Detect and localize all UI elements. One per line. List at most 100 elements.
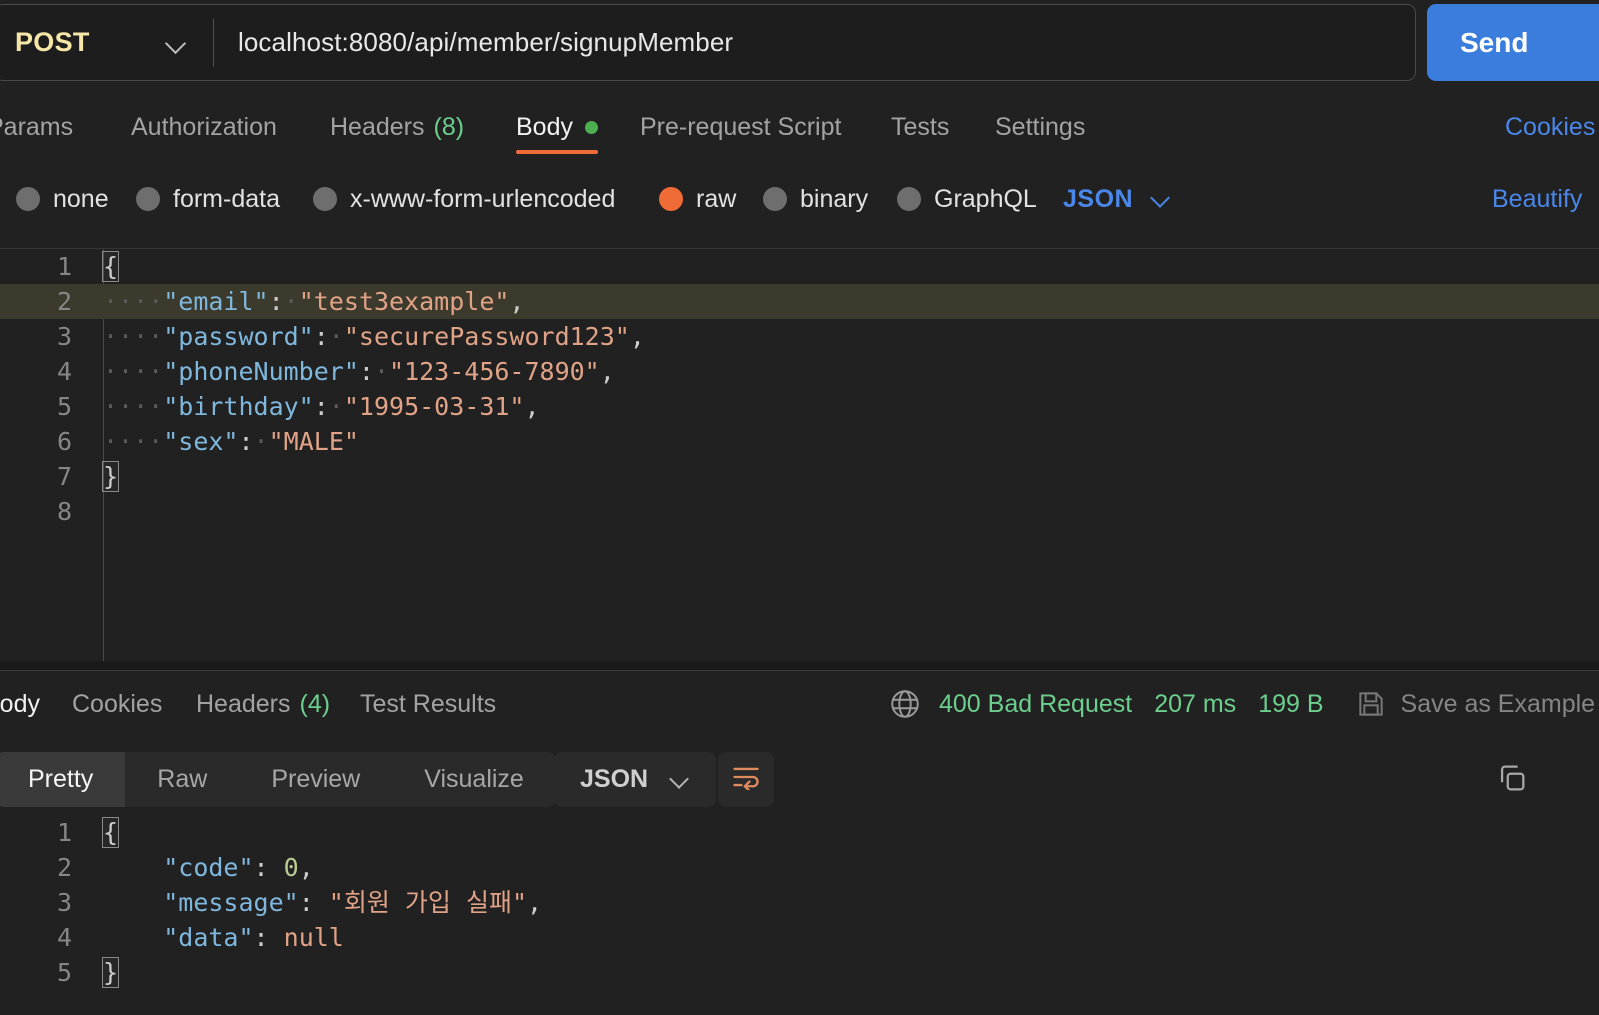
code-text: "code": 0, bbox=[103, 850, 314, 885]
cookies-link[interactable]: Cookies bbox=[1505, 113, 1595, 142]
body-type-urlencoded[interactable]: x-www-form-urlencoded bbox=[313, 175, 615, 223]
body-format-selector[interactable]: JSON bbox=[1063, 175, 1171, 223]
http-method-selector[interactable]: POST bbox=[0, 5, 213, 80]
beautify-link[interactable]: Beautify bbox=[1492, 185, 1582, 214]
token: ···· bbox=[103, 427, 164, 456]
tab-authorization[interactable]: Authorization bbox=[131, 95, 277, 160]
line-number: 4 bbox=[56, 357, 72, 386]
code-text: { bbox=[101, 815, 120, 850]
body-type-form-data[interactable]: form-data bbox=[136, 175, 280, 223]
code-text: ····"sex":·"MALE" bbox=[103, 424, 359, 459]
radio-selected-icon bbox=[659, 187, 683, 211]
url-input[interactable] bbox=[214, 5, 1415, 80]
radio-icon bbox=[313, 187, 337, 211]
response-view-visualize[interactable]: Visualize bbox=[392, 752, 556, 807]
response-status-row: 400 Bad Request 207 ms 199 B Save as Exa… bbox=[888, 671, 1595, 737]
tab-label: Pre-request Script bbox=[640, 113, 842, 141]
token: "sex" bbox=[163, 427, 239, 456]
code-line: 2 "code": 0, bbox=[0, 850, 1599, 885]
wrap-lines-button[interactable] bbox=[718, 752, 774, 807]
request-body-editor[interactable]: 1{2 ····"email":·"test3example", 3 ····"pas… bbox=[0, 248, 1599, 661]
token: : bbox=[313, 392, 329, 421]
request-code-area[interactable]: 1{2 ····"email":·"test3example", 3 ····"pas… bbox=[0, 249, 1599, 661]
code-line: 6 ····"sex":·"MALE" bbox=[0, 424, 1599, 459]
save-as-example-button[interactable]: Save as Example bbox=[1401, 690, 1596, 719]
pane-splitter[interactable] bbox=[0, 661, 1599, 671]
response-size: 199 B bbox=[1258, 689, 1324, 718]
radio-label: none bbox=[53, 184, 109, 213]
request-tab-bar: Params Authorization Headers (8) Body Pre… bbox=[0, 95, 1599, 160]
tab-label: Headers bbox=[330, 113, 425, 141]
token: "email" bbox=[163, 287, 269, 316]
response-format-label: JSON bbox=[580, 765, 649, 793]
token: , bbox=[524, 392, 540, 421]
body-type-row: none form-data x-www-form-urlencoded raw… bbox=[0, 175, 1599, 223]
tab-settings[interactable]: Settings bbox=[995, 95, 1085, 160]
token: : bbox=[253, 923, 284, 952]
token: "test3example" bbox=[298, 287, 510, 316]
response-view-pretty[interactable]: Pretty bbox=[0, 752, 126, 807]
code-text: ····"phoneNumber":·"123-456-7890", bbox=[103, 354, 615, 389]
tab-headers[interactable]: Headers (8) bbox=[330, 95, 464, 160]
token: , bbox=[298, 853, 314, 882]
response-tab-headers[interactable]: Headers (4) bbox=[196, 671, 330, 737]
radio-icon bbox=[763, 187, 787, 211]
send-button[interactable]: Send bbox=[1427, 4, 1599, 81]
code-text: ····"password":·"securePassword123", bbox=[103, 319, 645, 354]
response-tab-body[interactable]: Body bbox=[0, 671, 40, 737]
body-type-graphql[interactable]: GraphQL bbox=[897, 175, 1037, 223]
body-type-raw[interactable]: raw bbox=[659, 175, 736, 223]
postman-request-response-pane: POST Send Params Authorization Headers (8… bbox=[0, 0, 1599, 1015]
tab-label: Body bbox=[0, 689, 40, 718]
token: 0 bbox=[283, 853, 299, 882]
response-tab-cookies[interactable]: Cookies bbox=[72, 671, 162, 737]
token: "birthday" bbox=[163, 392, 314, 421]
token: "1995-03-31" bbox=[343, 392, 525, 421]
code-line: 5} bbox=[0, 955, 1599, 990]
tab-label: Params bbox=[0, 113, 74, 141]
line-number: 1 bbox=[56, 252, 72, 281]
line-number: 3 bbox=[56, 322, 72, 351]
bracket-match: } bbox=[101, 957, 120, 988]
line-number: 1 bbox=[56, 818, 72, 847]
token: · bbox=[328, 392, 344, 421]
response-view-raw[interactable]: Raw bbox=[125, 752, 239, 807]
response-toolbar: Pretty Raw Preview Visualize JSON bbox=[0, 747, 1599, 813]
line-number: 5 bbox=[56, 392, 72, 421]
radio-label: binary bbox=[800, 184, 869, 213]
copy-button[interactable] bbox=[1489, 757, 1535, 803]
token: ···· bbox=[103, 322, 164, 351]
body-type-none[interactable]: none bbox=[16, 175, 109, 223]
line-number: 7 bbox=[56, 462, 72, 491]
tab-label: Body bbox=[516, 113, 573, 141]
radio-label: x-www-form-urlencoded bbox=[350, 184, 616, 213]
code-line: 8 bbox=[0, 494, 1599, 529]
line-number: 6 bbox=[56, 427, 72, 456]
response-header: Body Cookies Headers (4) Test Results 400… bbox=[0, 671, 1599, 737]
response-code-area: 1{2 "code": 0, 3 "message": "회원 가입 실패", 4 … bbox=[0, 815, 1599, 1015]
code-text: "message": "회원 가입 실패", bbox=[103, 885, 542, 920]
tab-tests[interactable]: Tests bbox=[891, 95, 949, 160]
tab-body[interactable]: Body bbox=[516, 95, 598, 160]
radio-icon bbox=[136, 187, 160, 211]
tab-params[interactable]: Params bbox=[0, 95, 73, 160]
token: ···· bbox=[103, 357, 164, 386]
response-format-selector[interactable]: JSON bbox=[554, 752, 717, 807]
tab-pre-request-script[interactable]: Pre-request Script bbox=[640, 95, 841, 160]
line-number: 4 bbox=[56, 923, 72, 952]
radio-label: form-data bbox=[173, 184, 280, 213]
code-line: 3 "message": "회원 가입 실패", bbox=[0, 885, 1599, 920]
tab-label: Test Results bbox=[360, 689, 497, 718]
tab-label: Cookies bbox=[72, 689, 163, 718]
response-body-viewer[interactable]: 1{2 "code": 0, 3 "message": "회원 가입 실패", 4 … bbox=[0, 815, 1599, 1015]
seg-label: Pretty bbox=[28, 765, 94, 793]
body-type-binary[interactable]: binary bbox=[763, 175, 868, 223]
seg-label: Preview bbox=[271, 765, 361, 793]
response-time: 207 ms bbox=[1154, 689, 1237, 718]
response-tab-test-results[interactable]: Test Results bbox=[360, 671, 496, 737]
response-view-preview[interactable]: Preview bbox=[239, 752, 392, 807]
status-code-text: 400 Bad Request bbox=[939, 689, 1133, 718]
code-text: } bbox=[101, 955, 120, 990]
